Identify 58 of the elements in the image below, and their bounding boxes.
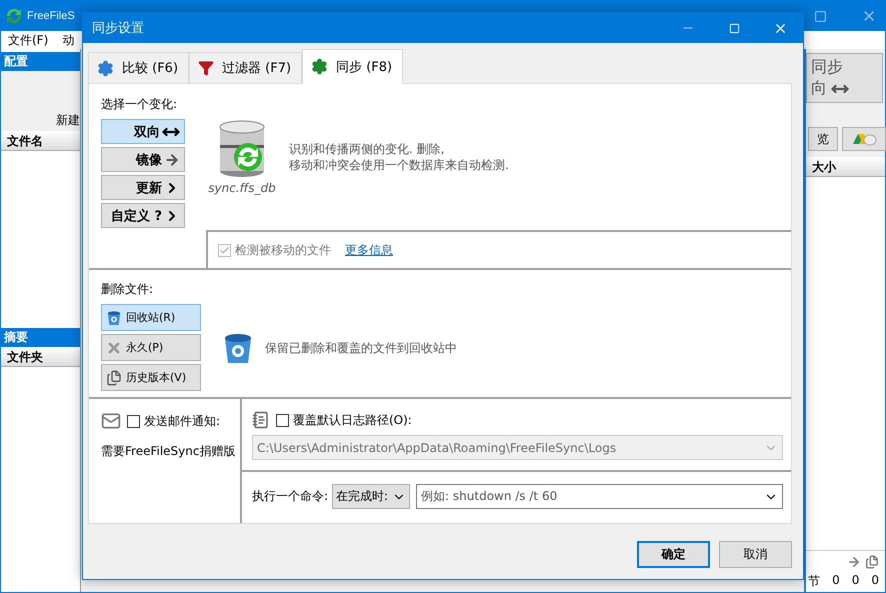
database-caption: sync.ffs_db (208, 181, 276, 195)
envelope-icon (101, 411, 121, 431)
section-label: 选择一个变化: (101, 96, 178, 113)
cross-icon (106, 340, 122, 356)
database-sync-icon (217, 119, 267, 177)
checkbox-label: 发送邮件通知: (144, 412, 220, 430)
column-header: 文件夹 (1, 347, 80, 367)
dialog-title: 同步设置 (92, 20, 144, 37)
note-text: 需要FreeFileSync捐赠版 (101, 443, 236, 460)
count-value: 0 (871, 573, 879, 589)
app-logo-icon (5, 7, 23, 25)
variant-button[interactable]: 更新 (101, 175, 185, 200)
gear-icon (311, 58, 328, 75)
tab[interactable]: 比较 (F6) (88, 52, 190, 84)
section-label: 删除文件: (101, 281, 154, 298)
checkbox-label: 检测被移动的文件 (235, 242, 331, 258)
new-button[interactable]: 新建 (56, 112, 80, 129)
window-title: FreeFileS (27, 10, 75, 22)
description-text: 保留已删除和覆盖的文件到回收站中 (265, 340, 457, 356)
cloud-button[interactable] (842, 127, 886, 151)
count-value: 0 (852, 573, 860, 589)
gear-icon (97, 60, 114, 76)
checkbox[interactable] (127, 414, 140, 428)
variant-button[interactable]: 双向 (101, 119, 185, 144)
funnel-icon (198, 60, 214, 76)
deletion-button[interactable]: 永久(P) (101, 334, 201, 361)
description-text: 识别和传播两侧的变化. 删除, (289, 141, 446, 157)
command-label: 执行一个命令: (252, 488, 328, 505)
panel-header: 摘要 (1, 328, 80, 347)
variant-button[interactable]: 自定义 ? (101, 203, 185, 228)
right-arrow-icon (164, 152, 180, 168)
deletion-button[interactable]: 回收站(R) (101, 304, 201, 331)
deletion-button[interactable]: 历史版本(V) (101, 364, 201, 391)
notebook-icon (252, 411, 270, 429)
view-button[interactable]: 览 (808, 127, 838, 151)
more-info-link[interactable]: 更多信息 (345, 242, 393, 258)
count-value: 0 (832, 573, 840, 589)
sync-button[interactable]: 同步 向 (806, 53, 883, 103)
menu-item[interactable]: 动 (62, 32, 74, 48)
tab[interactable]: 同步 (F8) (302, 49, 404, 84)
menu-item[interactable]: 文件(F) (8, 32, 48, 48)
variant-button[interactable]: 镜像 (101, 147, 185, 172)
ok-button[interactable]: 确定 (637, 541, 710, 568)
command-field[interactable]: 例如: shutdown /s /t 60 (416, 484, 783, 509)
column-header: 大小 (806, 157, 885, 177)
tab[interactable]: 过滤器 (F7) (189, 52, 302, 84)
right-arrow-icon (847, 555, 861, 569)
recycle-bin-icon (106, 310, 122, 326)
maximize-icon[interactable] (814, 10, 827, 22)
status-label: 节 (808, 573, 820, 590)
panel-header: 配置 (1, 52, 80, 71)
files-icon (106, 370, 122, 386)
files-icon (865, 555, 879, 569)
trigger-dropdown[interactable]: 在完成时: (332, 484, 410, 509)
checkbox-label: 覆盖默认日志路径(O): (293, 412, 412, 428)
column-header: 文件名 (1, 131, 80, 151)
description-text: 移动和冲突会使用一个数据库来自动检测. (289, 157, 509, 173)
cancel-button[interactable]: 取消 (719, 541, 792, 568)
